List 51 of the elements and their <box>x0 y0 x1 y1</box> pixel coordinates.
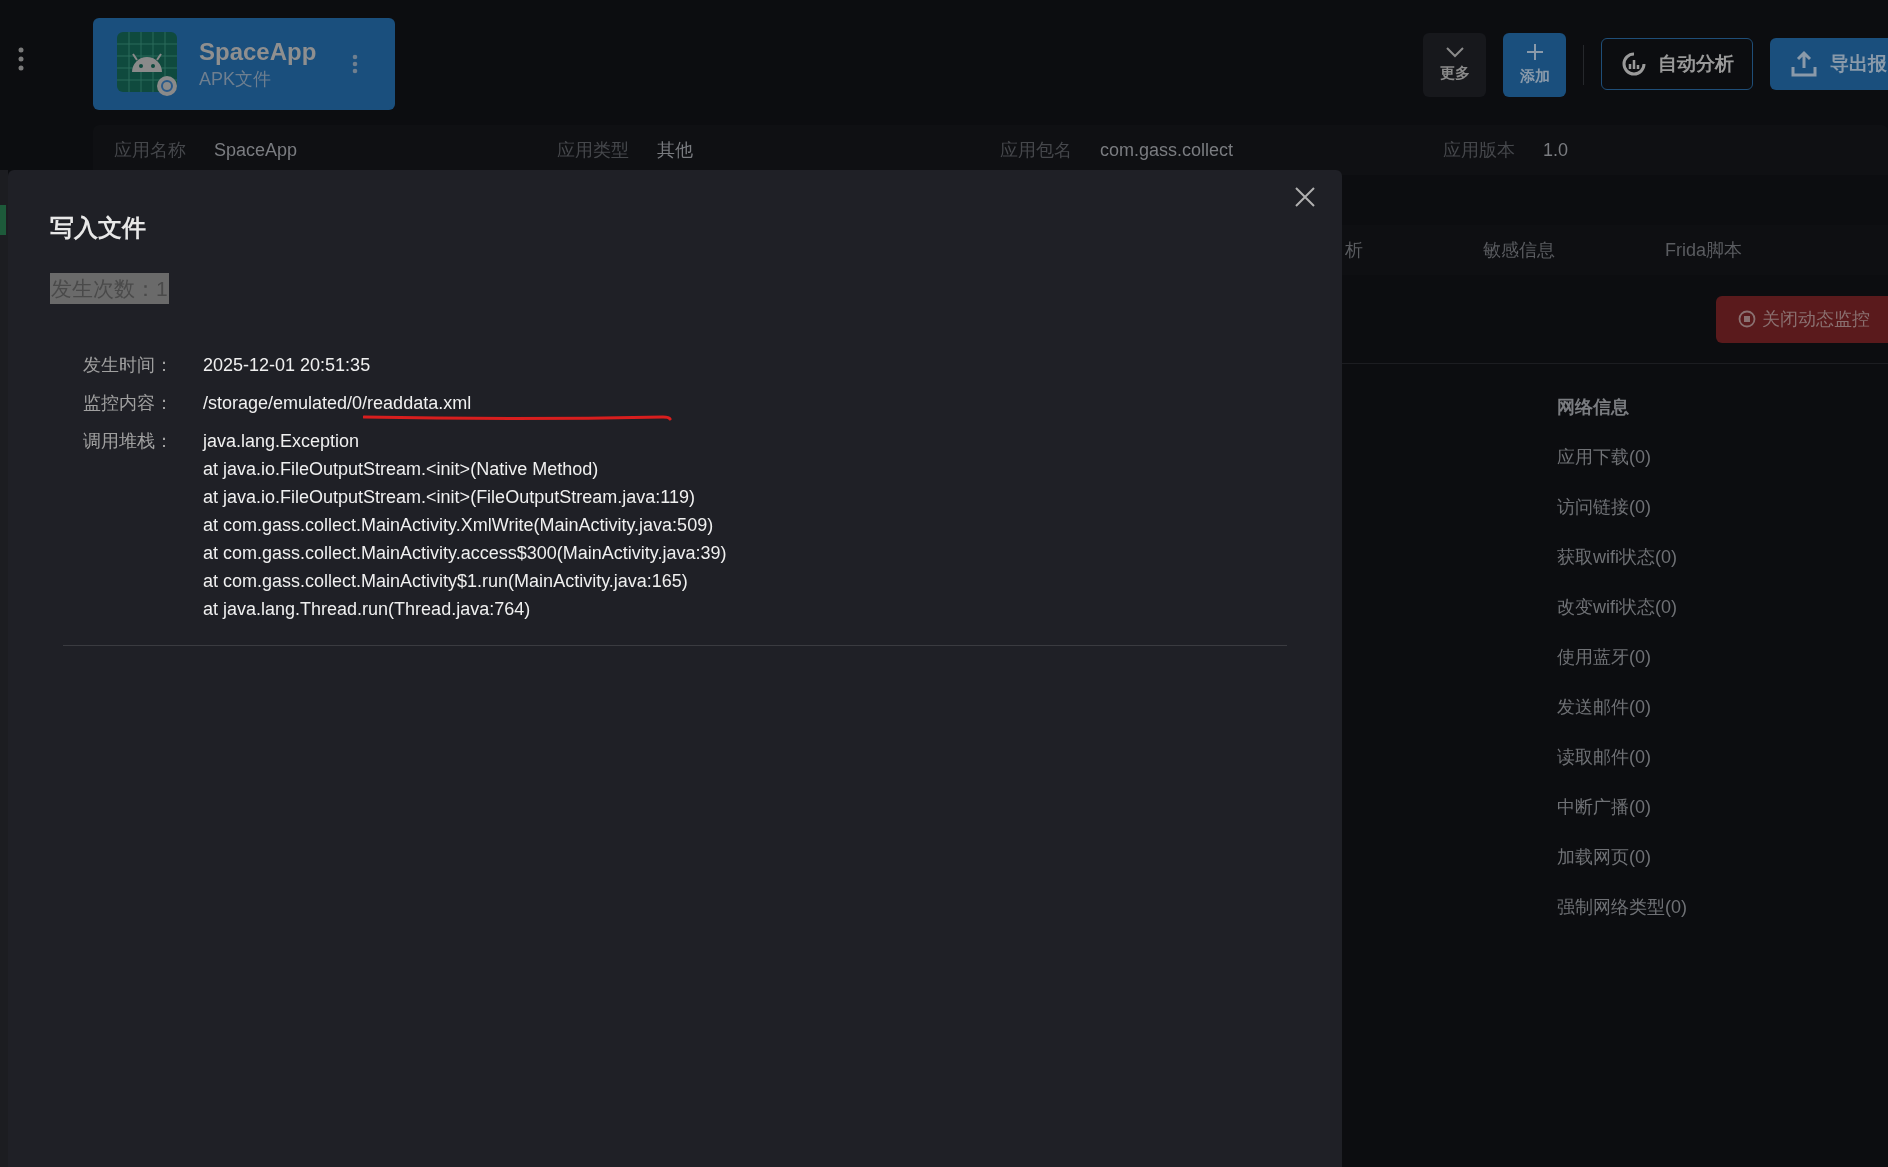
field-label: 应用类型 <box>557 138 629 162</box>
list-item[interactable]: 强制网络类型(0) <box>1557 894 1687 920</box>
list-item[interactable]: 发送邮件(0) <box>1557 694 1651 720</box>
list-item[interactable]: 获取wifi状态(0) <box>1557 544 1677 570</box>
list-item[interactable]: 读取邮件(0) <box>1557 744 1651 770</box>
chart-gauge-icon <box>1620 50 1648 78</box>
stop-icon <box>1738 310 1756 328</box>
chevron-down-icon <box>1444 45 1465 58</box>
list-item[interactable]: 加载网页(0) <box>1557 844 1651 870</box>
add-button[interactable]: 添加 <box>1503 33 1566 97</box>
field-value: com.gass.collect <box>1100 138 1234 162</box>
detail-label: 监控内容： <box>83 392 174 415</box>
dialog-title: 写入文件 <box>50 213 146 243</box>
tab[interactable]: 析 <box>1345 236 1363 264</box>
detail-value: at com.gass.collect.MainActivity$1.run(MainActivity.java:165) <box>203 570 688 593</box>
detail-value: java.lang.Exception <box>203 430 360 453</box>
detail-value: at com.gass.collect.MainActivity.access$300(MainActivity.java:39) <box>203 542 727 565</box>
list-item[interactable]: 中断广播(0) <box>1557 794 1651 820</box>
detail-value: at java.lang.Thread.run(Thread.java:764) <box>203 598 531 621</box>
detail-value: at java.io.FileOutputStream.<init>(FileOutputStream.java:119) <box>203 486 695 509</box>
detail-value: at com.gass.collect.MainActivity.XmlWrite(MainActivity.java:509) <box>203 514 714 537</box>
detail-label: 调用堆栈： <box>83 430 174 453</box>
field-label: 应用版本 <box>1443 138 1515 162</box>
detail-value: at java.io.FileOutputStream.<init>(Native Method) <box>203 458 599 481</box>
auto-analyze-button[interactable]: 自动分析 <box>1601 38 1753 90</box>
list-item[interactable]: 改变wifi状态(0) <box>1557 594 1677 620</box>
field-label: 应用名称 <box>114 138 186 162</box>
section-title: 网络信息 <box>1557 396 1630 419</box>
more-button[interactable]: 更多 <box>1423 33 1486 97</box>
export-report-button[interactable]: 导出报 <box>1770 38 1888 90</box>
field-value: 其他 <box>657 138 693 162</box>
menu-icon[interactable] <box>17 47 25 71</box>
field-value: SpaceApp <box>214 138 298 162</box>
stop-monitor-button[interactable]: 关闭动态监控 <box>1716 295 1888 343</box>
plus-icon <box>1525 42 1544 61</box>
app-type: APK文件 <box>199 68 273 91</box>
tab[interactable]: Frida脚本 <box>1665 236 1742 264</box>
list-item[interactable]: 使用蓝牙(0) <box>1557 644 1651 670</box>
list-item[interactable]: 应用下载(0) <box>1557 444 1651 470</box>
detail-value: /storage/emulated/0/readdata.xml <box>203 392 472 415</box>
app-card[interactable]: SpaceApp APK文件 <box>93 18 395 110</box>
tab[interactable]: 敏感信息 <box>1483 236 1555 264</box>
detail-value: 2025-12-01 20:51:35 <box>203 354 371 377</box>
detail-label: 发生时间： <box>83 354 174 377</box>
app-name: SpaceApp <box>199 37 317 67</box>
field-label: 应用包名 <box>1000 138 1072 162</box>
list-item[interactable]: 访问链接(0) <box>1557 494 1651 520</box>
field-value: 1.0 <box>1543 138 1569 162</box>
card-edge <box>0 205 6 235</box>
upload-icon <box>1790 50 1818 78</box>
close-icon[interactable] <box>1293 185 1317 209</box>
